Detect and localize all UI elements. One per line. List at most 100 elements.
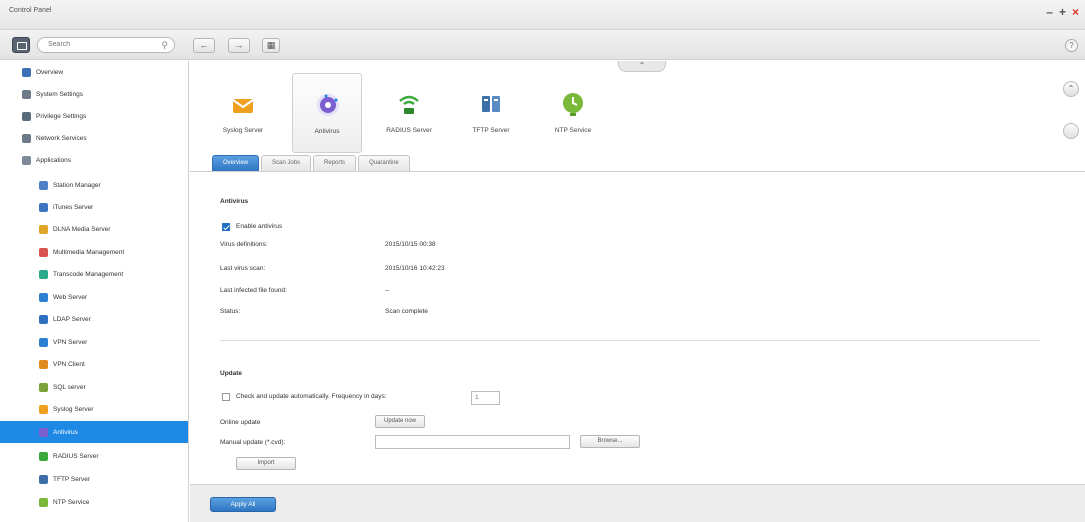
import-button[interactable]: Import <box>236 457 296 470</box>
grid-view-button[interactable]: ▦ <box>262 38 280 53</box>
syslog-icon <box>39 404 48 414</box>
sidebar-item-label: TFTP Server <box>53 475 91 483</box>
sidebar: Overview System Settings Privilege Setti… <box>0 61 189 522</box>
tab-divider <box>190 171 1085 172</box>
tab-quarantine[interactable]: Quarantine <box>358 155 410 171</box>
radius-icon <box>399 95 419 114</box>
scroll-up-button[interactable]: ⌃ <box>1063 81 1079 97</box>
antivirus-section-title: Antivirus <box>220 198 249 205</box>
sidebar-item-label: Transcode Management <box>53 270 124 278</box>
sidebar-item-syslog-server[interactable]: Syslog Server <box>0 398 188 420</box>
antivirus-icon <box>39 427 48 437</box>
sidebar-item-system-settings[interactable]: System Settings <box>0 83 188 105</box>
syslog-icon <box>232 99 254 113</box>
enable-antivirus-checkbox[interactable] <box>222 223 230 231</box>
app-radius-server[interactable]: RADIUS Server <box>374 73 444 153</box>
close-icon[interactable]: × <box>1072 6 1079 18</box>
itunes-icon <box>39 202 48 212</box>
manual-update-label: Manual update (*.cvd): <box>220 439 286 446</box>
last-infected-label: Last infected file found: <box>220 287 287 294</box>
sidebar-item-vpn-client[interactable]: VPN Client <box>0 353 188 375</box>
menu-toggle-button[interactable] <box>12 37 30 53</box>
sidebar-item-dlna-media-server[interactable]: DLNA Media Server <box>0 218 188 240</box>
app-label: Syslog Server <box>222 127 264 134</box>
network-icon <box>22 133 31 143</box>
overview-icon <box>22 67 31 77</box>
app-tftp-server[interactable]: TFTP Server <box>456 73 526 153</box>
vpn-server-icon <box>39 337 48 347</box>
sidebar-item-ntp-service[interactable]: NTP Service <box>0 491 188 513</box>
window-title: Control Panel <box>9 7 52 14</box>
sidebar-item-ldap-server[interactable]: LDAP Server <box>0 308 188 330</box>
sidebar-item-radius-server[interactable]: RADIUS Server <box>0 445 188 467</box>
radius-icon <box>39 451 48 461</box>
web-server-icon <box>39 292 48 302</box>
sidebar-item-label: iTunes Server <box>53 203 94 211</box>
ntp-icon <box>563 93 583 116</box>
arrow-left-icon: ← <box>199 40 209 50</box>
tftp-icon <box>39 474 48 484</box>
app-syslog-server[interactable]: Syslog Server <box>208 73 278 153</box>
sidebar-item-label: VPN Client <box>53 360 85 368</box>
apply-all-button[interactable]: Apply All <box>210 497 276 512</box>
main-panel: ⌃ Syslog Server Antivirus RADIUS Server … <box>190 61 1085 522</box>
sidebar-item-label: LDAP Server <box>53 315 91 323</box>
sidebar-item-web-server[interactable]: Web Server <box>0 286 188 308</box>
ldap-icon <box>39 314 48 324</box>
last-scan-value: 2015/10/16 10:42:23 <box>385 265 445 272</box>
sidebar-item-itunes-server[interactable]: iTunes Server <box>0 196 188 218</box>
tab-scan-jobs[interactable]: Scan Jobs <box>261 155 312 171</box>
sidebar-item-network-services[interactable]: Network Services <box>0 127 188 149</box>
online-update-label: Online update <box>220 419 261 426</box>
frequency-days-input[interactable]: 1 <box>471 391 500 405</box>
app-antivirus[interactable]: Antivirus <box>292 73 362 153</box>
sidebar-item-label: SQL server <box>53 383 86 391</box>
sidebar-item-label: System Settings <box>36 90 83 98</box>
station-manager-icon <box>39 180 48 190</box>
gear-icon <box>22 89 31 99</box>
sidebar-item-privilege-settings[interactable]: Privilege Settings <box>0 105 188 127</box>
sidebar-item-overview[interactable]: Overview <box>0 61 188 83</box>
sidebar-item-label: NTP Service <box>53 498 90 506</box>
browse-button[interactable]: Browse... <box>580 435 640 448</box>
chevron-up-icon: ⌃ <box>1067 84 1075 93</box>
sidebar-item-transcode-management[interactable]: Transcode Management <box>0 263 188 285</box>
enable-antivirus-label: Enable antivirus <box>236 223 283 230</box>
sidebar-item-vpn-server[interactable]: VPN Server <box>0 331 188 353</box>
sidebar-item-sql-server[interactable]: SQL server <box>0 376 188 398</box>
sidebar-item-label: Web Server <box>53 293 88 301</box>
sidebar-item-station-manager[interactable]: Station Manager <box>0 174 188 196</box>
transcode-icon <box>39 269 48 279</box>
collapse-toggle[interactable]: ⌃ <box>618 61 666 72</box>
auto-update-checkbox[interactable] <box>222 393 230 401</box>
maximize-icon[interactable]: + <box>1059 6 1066 18</box>
auto-update-label: Check and update automatically. Frequenc… <box>236 393 387 400</box>
help-button[interactable]: ? <box>1065 39 1078 52</box>
forward-button[interactable]: → <box>228 38 250 53</box>
arrow-right-icon: → <box>234 40 244 50</box>
sidebar-item-multimedia-management[interactable]: Multimedia Management <box>0 241 188 263</box>
search-box[interactable]: ⚲ <box>37 37 175 53</box>
virus-definitions-label: Virus definitions: <box>220 241 268 248</box>
minimize-icon[interactable]: – <box>1046 6 1053 18</box>
search-input[interactable] <box>48 41 158 48</box>
ntp-icon <box>39 497 48 507</box>
antivirus-icon <box>317 94 339 116</box>
sidebar-item-antivirus[interactable]: Antivirus <box>0 421 188 443</box>
vpn-client-icon <box>39 359 48 369</box>
sidebar-item-tftp-server[interactable]: TFTP Server <box>0 468 188 490</box>
manual-update-file-input[interactable] <box>375 435 570 449</box>
app-ntp-service[interactable]: NTP Service <box>538 73 608 153</box>
last-scan-label: Last virus scan: <box>220 265 266 272</box>
back-button[interactable]: ← <box>193 38 215 53</box>
update-now-button[interactable]: Update now <box>375 415 425 428</box>
window-controls: – + × <box>1046 6 1079 18</box>
tab-reports[interactable]: Reports <box>313 155 357 171</box>
scroll-down-button[interactable] <box>1063 123 1079 139</box>
sidebar-item-applications[interactable]: Applications <box>0 149 188 171</box>
tab-overview[interactable]: Overview <box>212 155 260 171</box>
virus-definitions-value: 2015/10/15 00:38 <box>385 241 436 248</box>
search-icon[interactable]: ⚲ <box>161 40 168 51</box>
sidebar-item-label: Network Services <box>36 134 87 142</box>
sidebar-item-label: Privilege Settings <box>36 112 87 120</box>
